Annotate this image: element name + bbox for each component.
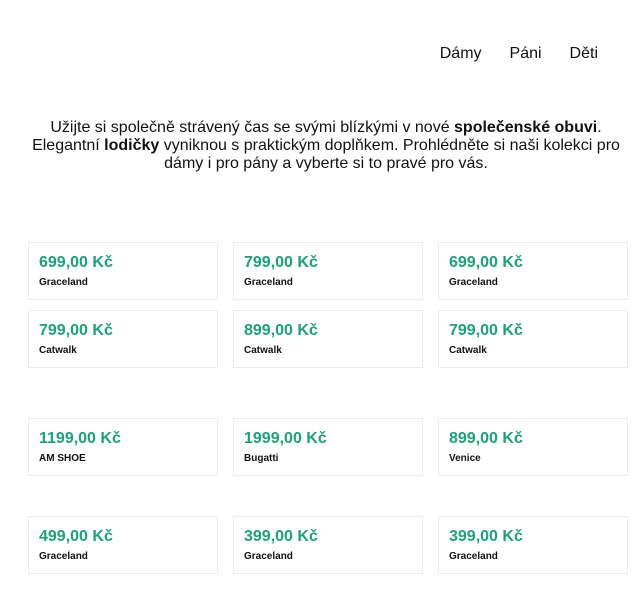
product-card[interactable]: 799,00 Kč Catwalk <box>438 310 628 368</box>
product-card[interactable]: 799,00 Kč Graceland <box>233 242 423 300</box>
intro-text-part: vyniknou s praktickým doplňkem. Prohlédn… <box>159 137 620 172</box>
product-price: 699,00 Kč <box>39 254 113 271</box>
product-brand: Graceland <box>244 277 293 288</box>
intro-highlight: lodičky <box>104 137 160 154</box>
product-card[interactable]: 899,00 Kč Catwalk <box>233 310 423 368</box>
product-price: 399,00 Kč <box>244 528 318 545</box>
product-brand: Catwalk <box>449 345 487 356</box>
product-brand: Graceland <box>449 551 498 562</box>
nav-item-deti[interactable]: Děti <box>570 45 598 63</box>
product-brand: Graceland <box>449 277 498 288</box>
product-price: 1199,00 Kč <box>39 430 121 447</box>
intro-highlight: společenské obuvi <box>454 119 598 136</box>
product-price: 799,00 Kč <box>449 322 523 339</box>
product-card[interactable]: 799,00 Kč Catwalk <box>28 310 218 368</box>
product-brand: Graceland <box>244 551 293 562</box>
product-card[interactable]: 699,00 Kč Graceland <box>28 242 218 300</box>
product-price: 899,00 Kč <box>244 322 318 339</box>
product-row: 699,00 Kč Graceland 799,00 Kč Graceland … <box>28 242 628 300</box>
main-nav: Dámy Páni Děti <box>440 45 598 63</box>
product-price: 799,00 Kč <box>244 254 318 271</box>
nav-item-pani[interactable]: Páni <box>510 45 542 63</box>
product-brand: Venice <box>449 453 481 464</box>
product-brand: Catwalk <box>39 345 77 356</box>
product-card[interactable]: 899,00 Kč Venice <box>438 418 628 476</box>
product-price: 899,00 Kč <box>449 430 523 447</box>
product-brand: Bugatti <box>244 453 279 464</box>
product-card[interactable]: 699,00 Kč Graceland <box>438 242 628 300</box>
product-row: 499,00 Kč Graceland 399,00 Kč Graceland … <box>28 516 628 574</box>
product-brand: Graceland <box>39 551 88 562</box>
product-card[interactable]: 499,00 Kč Graceland <box>28 516 218 574</box>
product-brand: Graceland <box>39 277 88 288</box>
product-brand: AM SHOE <box>39 453 86 464</box>
product-card[interactable]: 1999,00 Kč Bugatti <box>233 418 423 476</box>
product-card[interactable]: 1199,00 Kč AM SHOE <box>28 418 218 476</box>
product-card[interactable]: 399,00 Kč Graceland <box>438 516 628 574</box>
product-card[interactable]: 399,00 Kč Graceland <box>233 516 423 574</box>
product-price: 399,00 Kč <box>449 528 523 545</box>
intro-text: Užijte si společně strávený čas se svými… <box>20 119 632 173</box>
nav-item-damy[interactable]: Dámy <box>440 45 482 63</box>
intro-text-part: Užijte si společně strávený čas se svými… <box>50 119 455 136</box>
product-row: 799,00 Kč Catwalk 899,00 Kč Catwalk 799,… <box>28 310 628 368</box>
page: Dámy Páni Děti Užijte si společně stráve… <box>0 0 640 600</box>
product-price: 499,00 Kč <box>39 528 113 545</box>
product-row: 1199,00 Kč AM SHOE 1999,00 Kč Bugatti 89… <box>28 418 628 476</box>
product-price: 1999,00 Kč <box>244 430 327 447</box>
product-price: 699,00 Kč <box>449 254 523 271</box>
product-brand: Catwalk <box>244 345 282 356</box>
product-price: 799,00 Kč <box>39 322 113 339</box>
